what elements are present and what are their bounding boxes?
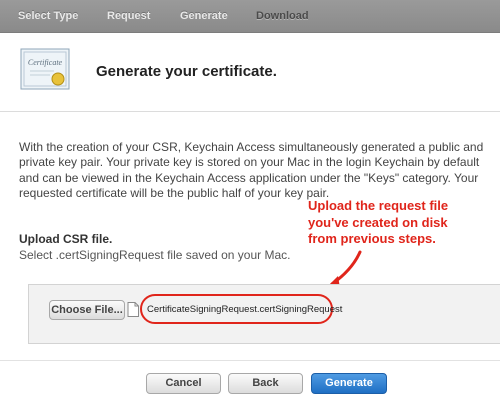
step-request: Request xyxy=(107,10,151,22)
callout-annotation: Upload the request file you've created o… xyxy=(308,198,478,248)
back-button[interactable]: Back xyxy=(228,373,303,394)
certificate-icon: Certificate xyxy=(20,48,70,90)
generate-button[interactable]: Generate xyxy=(311,373,387,394)
footer-divider xyxy=(0,360,500,361)
step-select-type: Select Type xyxy=(18,10,79,22)
description-text: With the creation of your CSR, Keychain … xyxy=(19,140,484,201)
callout-line-1: Upload the request file xyxy=(308,198,449,213)
selected-filename: CertificateSigningRequest.certSigningReq… xyxy=(147,304,343,315)
choose-file-button[interactable]: Choose File... xyxy=(49,300,125,320)
step-generate: Generate xyxy=(180,10,228,22)
document-icon xyxy=(127,302,139,317)
upload-title: Upload CSR file. xyxy=(19,232,113,246)
step-download: Download xyxy=(256,10,309,22)
header-divider xyxy=(0,111,500,112)
callout-line-2: you've created on disk xyxy=(308,214,448,230)
upload-subtitle: Select .certSigningRequest file saved on… xyxy=(19,248,291,262)
cancel-button[interactable]: Cancel xyxy=(146,373,221,394)
step-bar: Select Type Request Generate Download xyxy=(0,0,500,33)
callout-line-3: from previous steps. xyxy=(308,231,436,246)
page-title: Generate your certificate. xyxy=(96,63,277,80)
certificate-icon-label: Certificate xyxy=(28,58,63,67)
